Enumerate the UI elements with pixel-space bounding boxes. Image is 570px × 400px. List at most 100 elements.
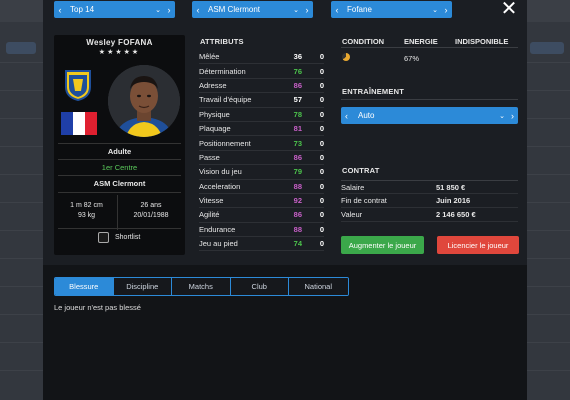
player-modal: ‹ Top 14 ⌄ › ‹ ASM Clermont ⌄ › ‹ Fofane… bbox=[43, 0, 527, 400]
injury-status-text: Le joueur n'est pas blessé bbox=[54, 303, 141, 312]
player-selector-value: Fofane bbox=[347, 5, 372, 14]
release-player-button[interactable]: Licencier le joueur bbox=[437, 236, 519, 254]
player-birth-date: 20/01/1988 bbox=[133, 212, 169, 219]
attribute-progress: 0 bbox=[319, 66, 324, 76]
attributes-title: ATTRIBUTS bbox=[200, 37, 244, 46]
player-age: 26 ans bbox=[140, 202, 162, 209]
prev-arrow-icon[interactable]: ‹ bbox=[54, 5, 66, 15]
contract-title: CONTRAT bbox=[342, 166, 380, 175]
player-position: 1er Centre bbox=[101, 163, 138, 172]
player-physique: 1 m 82 cm 93 kg bbox=[56, 195, 118, 230]
increase-player-button[interactable]: Augmenter le joueur bbox=[341, 236, 424, 254]
attribute-progress: 0 bbox=[319, 167, 324, 177]
tab-club[interactable]: Club bbox=[230, 278, 289, 295]
attribute-row: Passe 86 0 bbox=[199, 151, 324, 166]
player-height: 1 m 82 cm bbox=[70, 202, 103, 209]
attribute-progress: 0 bbox=[319, 80, 324, 90]
attribute-name: Physique bbox=[199, 109, 230, 119]
attribute-progress: 0 bbox=[319, 224, 324, 234]
attribute-row: Acceleration 88 0 bbox=[199, 180, 324, 194]
attribute-progress: 0 bbox=[319, 52, 324, 62]
attribute-progress: 0 bbox=[319, 95, 324, 105]
close-icon[interactable]: ✕ bbox=[499, 0, 519, 20]
training-selector[interactable]: ‹ Auto ⌄ › bbox=[341, 107, 518, 124]
attribute-value: 74 bbox=[293, 239, 302, 249]
attribute-name: Vision du jeu bbox=[199, 167, 242, 177]
attribute-name: Adresse bbox=[199, 80, 227, 90]
attribute-row: Positionnement 73 0 bbox=[199, 136, 324, 151]
attribute-row: Travail d'équipe 57 0 bbox=[199, 93, 324, 108]
next-arrow-icon[interactable]: › bbox=[507, 111, 518, 121]
attribute-name: Jeu au pied bbox=[199, 239, 238, 249]
tab-matchs[interactable]: Matchs bbox=[172, 278, 231, 295]
unavailable-header: INDISPONIBLE bbox=[455, 37, 509, 46]
player-selector[interactable]: ‹ Fofane ⌄ › bbox=[331, 1, 452, 18]
attribute-value: 86 bbox=[293, 210, 302, 220]
training-title: ENTRAÎNEMENT bbox=[342, 87, 404, 96]
energy-value: 67% bbox=[404, 54, 420, 63]
attribute-row: Jeu au pied 74 0 bbox=[199, 237, 324, 252]
contract-row: Valeur 2 146 650 € bbox=[341, 208, 518, 222]
next-arrow-icon[interactable]: › bbox=[163, 5, 175, 15]
attribute-progress: 0 bbox=[319, 210, 324, 220]
attribute-value: 79 bbox=[293, 167, 302, 177]
next-arrow-icon[interactable]: › bbox=[440, 5, 452, 15]
league-selector[interactable]: ‹ Top 14 ⌄ › bbox=[54, 1, 175, 18]
attribute-row: Mêlée 36 0 bbox=[199, 50, 324, 65]
tab-national[interactable]: National bbox=[289, 278, 348, 295]
club-selector[interactable]: ‹ ASM Clermont ⌄ › bbox=[192, 1, 313, 18]
attributes-table: Mêlée 36 0 Détermination 76 0 Adresse 86 0 Travai… bbox=[199, 50, 324, 252]
attribute-name: Travail d'équipe bbox=[199, 95, 252, 105]
shortlist-checkbox[interactable] bbox=[98, 232, 109, 243]
attribute-row: Endurance 88 0 bbox=[199, 223, 324, 238]
attribute-name: Endurance bbox=[199, 224, 236, 234]
prev-arrow-icon[interactable]: ‹ bbox=[341, 111, 352, 121]
chevron-down-icon: ⌄ bbox=[293, 6, 299, 14]
condition-gauge-icon bbox=[342, 53, 350, 61]
contract-table: Salaire 51 850 € Fin de contrat Juin 201… bbox=[341, 180, 518, 222]
attribute-row: Détermination 76 0 bbox=[199, 64, 324, 79]
attribute-row: Adresse 86 0 bbox=[199, 79, 324, 94]
contract-row: Fin de contrat Juin 2016 bbox=[341, 194, 518, 208]
player-weight: 93 kg bbox=[77, 212, 96, 219]
player-tabs: Blessure Discipline Matchs Club National bbox=[54, 277, 349, 296]
attribute-name: Mêlée bbox=[199, 52, 220, 62]
player-stars: ★★★★★ bbox=[98, 49, 141, 56]
shortlist-toggle[interactable]: Shortlist bbox=[98, 232, 140, 243]
condition-header: CONDITION bbox=[342, 37, 385, 46]
attribute-value: 92 bbox=[293, 196, 302, 206]
attribute-value: 57 bbox=[293, 95, 302, 105]
player-club: ASM Clermont bbox=[93, 179, 146, 188]
shortlist-label: Shortlist bbox=[115, 234, 141, 241]
france-flag-icon bbox=[61, 112, 97, 135]
contract-value: Juin 2016 bbox=[436, 196, 471, 205]
attribute-progress: 0 bbox=[319, 181, 324, 191]
contract-key: Fin de contrat bbox=[341, 196, 387, 205]
chevron-down-icon: ⌄ bbox=[432, 6, 438, 14]
next-arrow-icon[interactable]: › bbox=[301, 5, 313, 15]
attribute-value: 86 bbox=[293, 80, 302, 90]
attribute-value: 81 bbox=[293, 124, 302, 134]
attribute-name: Vitesse bbox=[199, 196, 224, 206]
tab-discipline[interactable]: Discipline bbox=[113, 278, 172, 295]
league-selector-value: Top 14 bbox=[70, 5, 95, 14]
attribute-name: Acceleration bbox=[199, 181, 241, 191]
attribute-value: 73 bbox=[293, 138, 302, 148]
attribute-row: Agilité 86 0 bbox=[199, 208, 324, 223]
attribute-row: Plaquage 81 0 bbox=[199, 122, 324, 137]
attribute-progress: 0 bbox=[319, 152, 324, 162]
tab-blessure[interactable]: Blessure bbox=[55, 278, 114, 295]
contract-key: Salaire bbox=[341, 182, 365, 192]
contract-row: Salaire 51 850 € bbox=[341, 180, 518, 194]
attribute-value: 86 bbox=[293, 152, 302, 162]
prev-arrow-icon[interactable]: ‹ bbox=[331, 5, 343, 15]
attribute-name: Passe bbox=[199, 152, 220, 162]
player-card: Wesley FOFANA ★★★★★ Adulte 1er Centre AS… bbox=[54, 35, 185, 255]
contract-value: 51 850 € bbox=[436, 182, 466, 192]
prev-arrow-icon[interactable]: ‹ bbox=[192, 5, 204, 15]
attribute-progress: 0 bbox=[319, 239, 324, 249]
attribute-value: 76 bbox=[293, 66, 302, 76]
chevron-down-icon: ⌄ bbox=[499, 112, 505, 120]
player-birth-info: 26 ans 20/01/1988 bbox=[120, 195, 182, 230]
attribute-progress: 0 bbox=[319, 124, 324, 134]
